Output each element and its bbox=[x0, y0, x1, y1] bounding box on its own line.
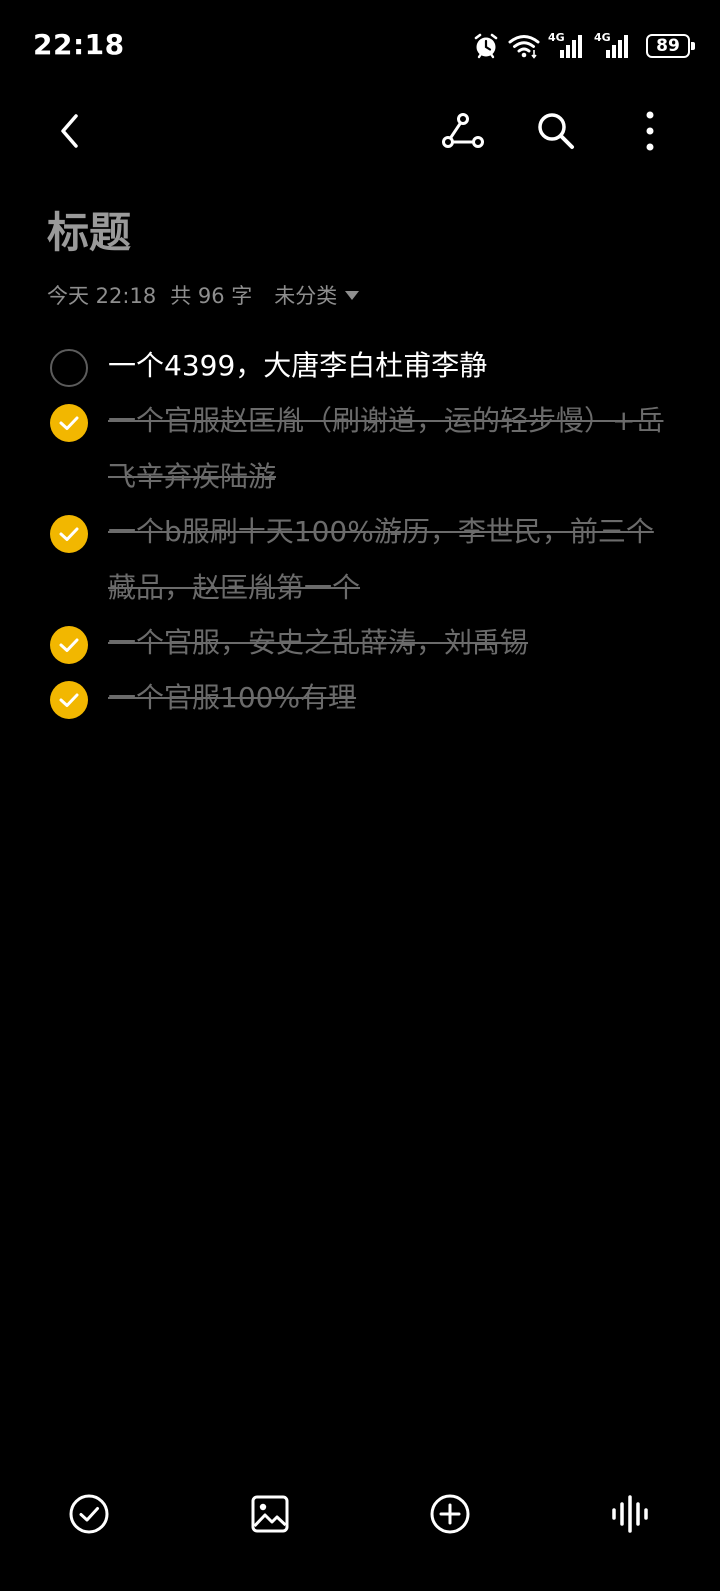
checkmark-icon bbox=[59, 527, 79, 541]
battery-icon: 89 bbox=[646, 34, 695, 58]
checkmark-icon bbox=[59, 638, 79, 652]
status-time: 22:18 bbox=[33, 28, 125, 61]
checkmark-icon bbox=[59, 416, 79, 430]
voice-input-button[interactable] bbox=[600, 1486, 660, 1546]
checkbox-checked[interactable] bbox=[50, 404, 88, 442]
share-icon bbox=[441, 111, 485, 155]
alarm-icon bbox=[472, 32, 500, 60]
checklist-icon bbox=[68, 1493, 110, 1539]
search-button[interactable] bbox=[526, 103, 586, 163]
bottom-toolbar bbox=[0, 1480, 720, 1550]
signal-4g-icon: 4G bbox=[548, 31, 586, 60]
back-icon bbox=[55, 111, 85, 155]
signal-4g-icon: 4G bbox=[594, 31, 632, 60]
more-icon bbox=[644, 110, 656, 156]
checklist-item-text[interactable]: 一个b服刷十天100%游历，李世民，前三个藏品，赵匡胤第一个 bbox=[108, 504, 668, 616]
top-toolbar bbox=[0, 95, 720, 175]
back-button[interactable] bbox=[40, 103, 100, 163]
checklist-button[interactable] bbox=[59, 1486, 119, 1546]
note-meta: 今天 22:18 共 96 字 未分类 bbox=[47, 280, 360, 310]
checklist-item-text[interactable]: 一个官服赵匡胤（刷谢道，运的轻步慢）+岳飞辛弃疾陆游 bbox=[108, 393, 668, 505]
category-dropdown[interactable]: 未分类 bbox=[274, 280, 360, 310]
word-count: 共 96 字 bbox=[170, 284, 253, 308]
status-icons: 4G 4G 89 bbox=[472, 30, 695, 62]
image-icon bbox=[250, 1494, 290, 1538]
checkbox-unchecked[interactable] bbox=[50, 349, 88, 387]
share-button[interactable] bbox=[433, 103, 493, 163]
checkbox-checked[interactable] bbox=[50, 515, 88, 553]
more-button[interactable] bbox=[620, 103, 680, 163]
voice-icon bbox=[609, 1493, 651, 1539]
checkmark-icon bbox=[59, 693, 79, 707]
battery-level: 89 bbox=[656, 35, 680, 56]
checklist-item-text[interactable]: 一个官服，安史之乱薛涛，刘禹锡 bbox=[108, 615, 668, 671]
add-button[interactable] bbox=[420, 1486, 480, 1546]
search-icon bbox=[535, 110, 577, 156]
insert-image-button[interactable] bbox=[240, 1486, 300, 1546]
checkbox-checked[interactable] bbox=[50, 626, 88, 664]
checkbox-checked[interactable] bbox=[50, 681, 88, 719]
checklist-item-text[interactable]: 一个官服100%有理 bbox=[108, 670, 668, 726]
add-icon bbox=[429, 1493, 471, 1539]
category-label: 未分类 bbox=[274, 284, 338, 308]
status-bar: 22:18 4G 4G 89 bbox=[0, 0, 720, 90]
note-title[interactable]: 标题 bbox=[47, 205, 131, 261]
wifi-icon bbox=[508, 33, 540, 59]
checklist-item-text[interactable]: 一个4399，大唐李白杜甫李静 bbox=[108, 338, 668, 394]
note-date: 今天 22:18 bbox=[47, 284, 157, 308]
dropdown-caret-icon bbox=[345, 290, 360, 300]
